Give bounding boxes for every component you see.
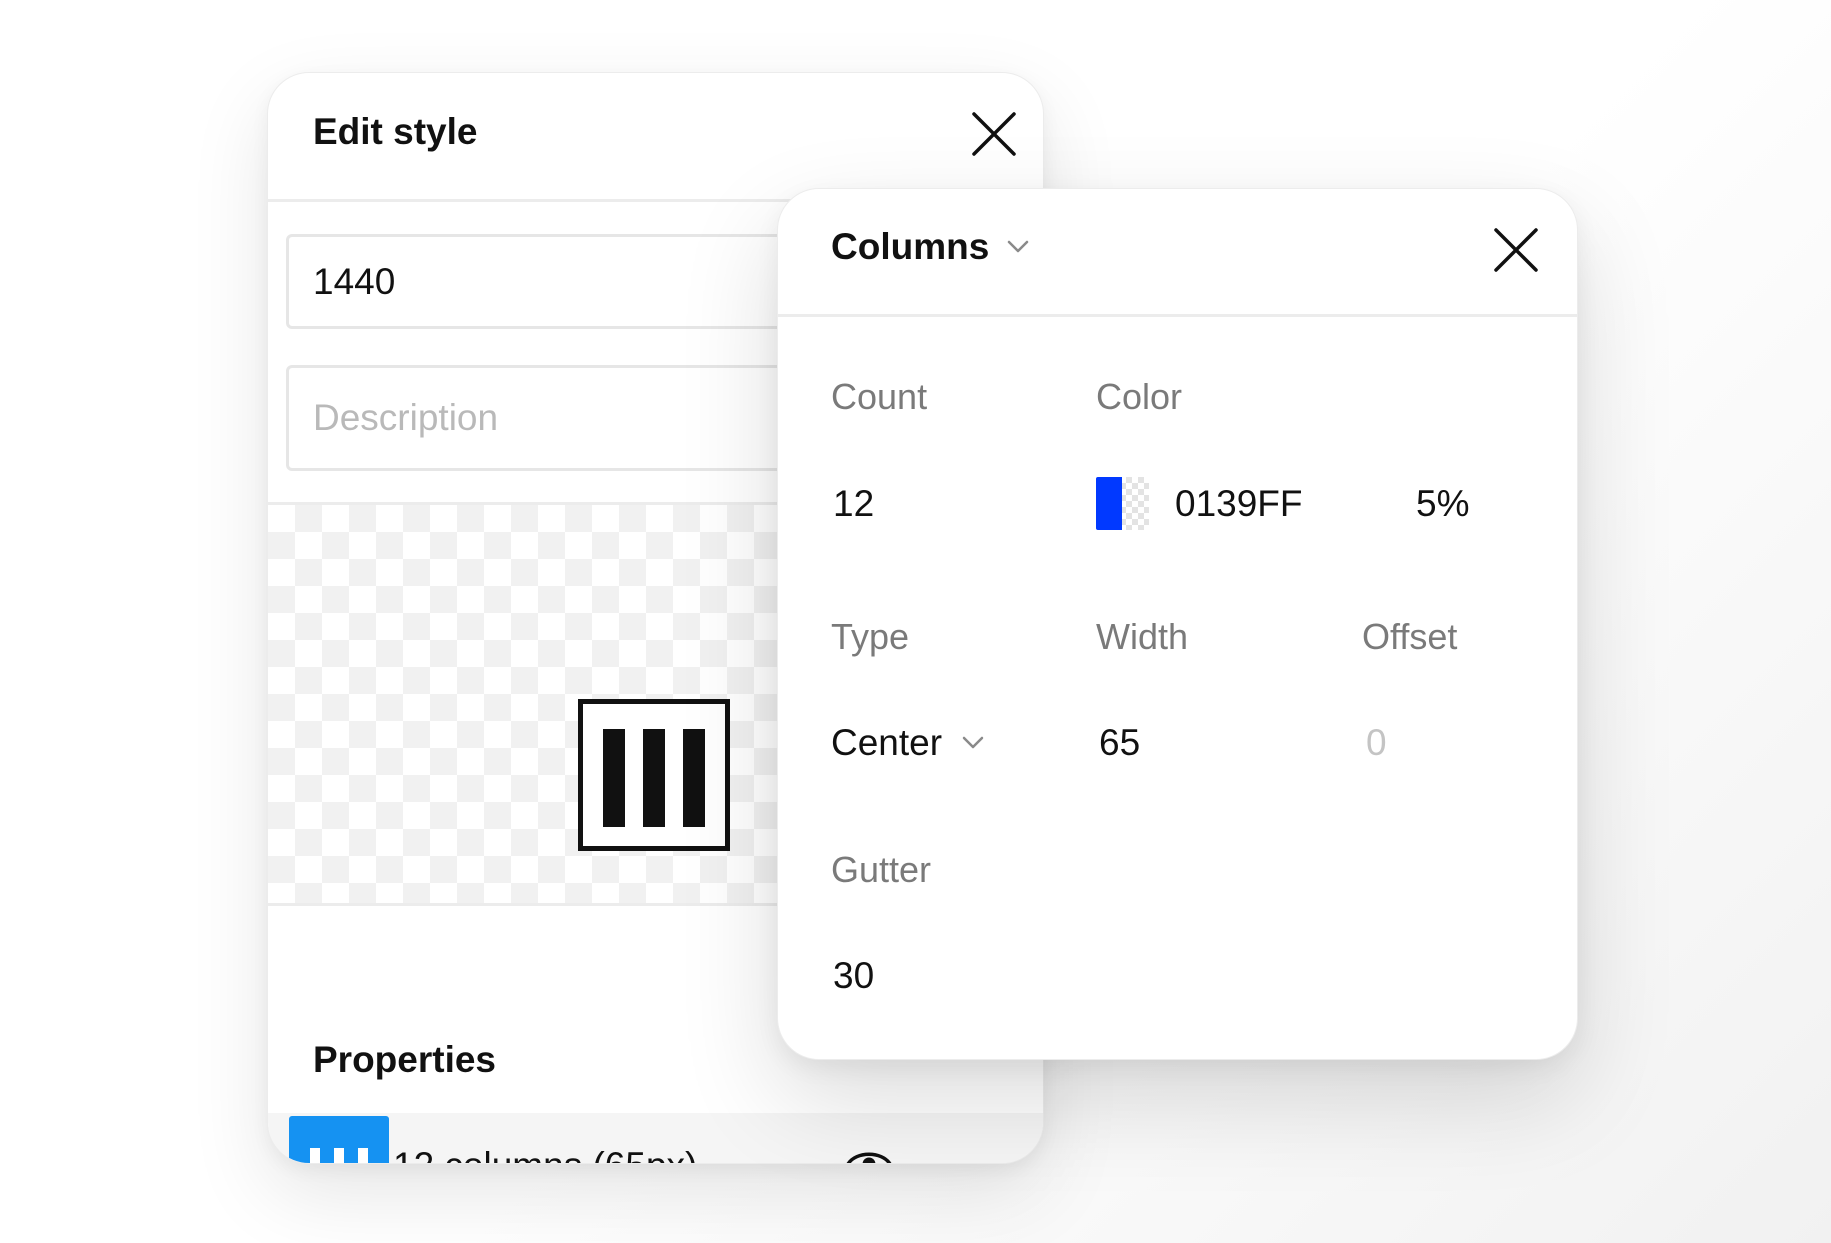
offset-label: Offset — [1362, 616, 1458, 657]
remove-grid-button[interactable] — [957, 1148, 999, 1164]
columns-settings-panel: Columns Count 12 Color 0139FF 5% Type Ce… — [777, 188, 1578, 1060]
preview-column-bar — [683, 729, 705, 827]
color-swatch-fill — [1096, 477, 1122, 530]
gutter-value[interactable]: 30 — [833, 955, 874, 997]
edit-style-header: Edit style — [268, 73, 1043, 202]
width-label: Width — [1096, 616, 1189, 657]
preview-column-bar — [643, 729, 665, 827]
color-swatch[interactable] — [1096, 477, 1149, 530]
layout-grid-label: 12 columns (65px) — [393, 1145, 697, 1163]
count-label: Count — [831, 376, 928, 417]
close-columns-button[interactable] — [1490, 224, 1542, 276]
properties-heading: Properties — [313, 1039, 497, 1080]
close-icon — [1494, 228, 1538, 272]
chevron-down-icon — [1007, 240, 1029, 254]
gutter-label: Gutter — [831, 849, 932, 890]
preview-column-bar — [603, 729, 625, 827]
grid-type-dropdown[interactable]: Columns — [831, 226, 1029, 268]
grid-icon-bar — [334, 1148, 344, 1163]
grid-icon-bar — [310, 1148, 320, 1163]
minus-icon — [957, 1148, 999, 1164]
count-value[interactable]: 12 — [833, 483, 874, 525]
close-edit-style-button[interactable] — [968, 108, 1020, 160]
width-value[interactable]: 65 — [1099, 722, 1140, 764]
color-hex-value[interactable]: 0139FF — [1175, 483, 1303, 525]
type-dropdown[interactable]: Center — [831, 722, 984, 764]
column-grid-preview-icon — [578, 699, 730, 851]
color-label: Color — [1096, 376, 1183, 417]
columns-header: Columns — [778, 189, 1577, 317]
toggle-visibility-button[interactable] — [845, 1144, 893, 1163]
color-opacity-value[interactable]: 5% — [1416, 483, 1469, 525]
offset-value[interactable]: 0 — [1366, 722, 1387, 764]
columns-title: Columns — [831, 226, 990, 267]
column-grid-icon[interactable] — [289, 1116, 389, 1163]
close-icon — [972, 112, 1016, 156]
type-value: Center — [831, 722, 943, 763]
edit-style-title: Edit style — [313, 111, 478, 152]
grid-icon-bar — [358, 1148, 368, 1163]
type-label: Type — [831, 616, 910, 657]
chevron-down-icon — [962, 736, 984, 750]
eye-icon — [846, 1152, 892, 1163]
layout-grid-property-row[interactable]: 12 columns (65px) — [268, 1113, 1043, 1164]
